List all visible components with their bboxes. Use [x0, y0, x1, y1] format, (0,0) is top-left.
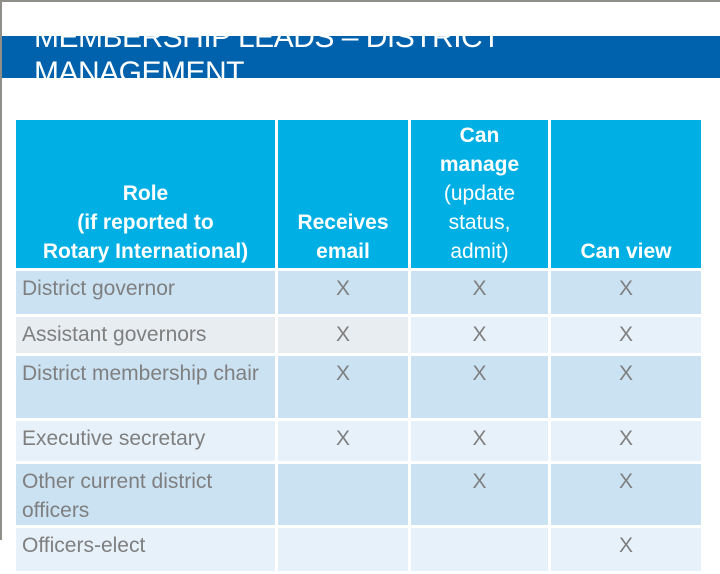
header-can-manage-line: Can	[459, 124, 500, 147]
cell-can-view: X	[548, 268, 704, 317]
header-can-view: Can view	[548, 117, 704, 271]
header-can-manage-line: status,	[448, 211, 511, 234]
header-receives-email: Receives email	[275, 117, 411, 271]
header-receives-email-line: email	[316, 240, 370, 263]
cell-role: Assistant governors	[13, 314, 278, 356]
header-can-manage: Can manage (update status, admit)	[408, 117, 551, 271]
title-band: Membership Leads – District Management	[2, 36, 720, 78]
cell-role: Officers-elect	[13, 525, 278, 574]
header-role: Role (if reported to Rotary Internationa…	[13, 117, 278, 271]
table-row: Executive secretary X X X	[13, 418, 704, 464]
cell-role: Executive secretary	[13, 418, 278, 464]
cell-can-view: X	[548, 525, 704, 574]
table-row: Assistant governors X X X	[13, 314, 704, 356]
cell-receives-email: X	[275, 314, 411, 356]
cell-can-view: X	[548, 418, 704, 464]
cell-receives-email: X	[275, 418, 411, 464]
header-can-manage-line: admit)	[450, 240, 509, 263]
header-role-line: Role	[122, 182, 169, 205]
window-left-border	[0, 0, 2, 540]
table-row: Officers-elect X	[13, 525, 704, 574]
cell-role: Other current district officers	[13, 461, 278, 528]
cell-can-manage	[408, 525, 551, 574]
cell-can-view: X	[548, 461, 704, 528]
cell-role: District membership chair	[13, 353, 278, 421]
table-row: District governor X X X	[13, 268, 704, 317]
cell-receives-email	[275, 461, 411, 528]
table-row: Other current district officers X X	[13, 461, 704, 528]
permissions-table: Role (if reported to Rotary Internationa…	[13, 117, 704, 574]
slide-title: Membership Leads – District Management	[34, 36, 500, 78]
cell-can-manage: X	[408, 314, 551, 356]
window-top-border	[0, 0, 720, 2]
cell-receives-email: X	[275, 268, 411, 317]
header-can-view-label: Can view	[580, 240, 672, 263]
cell-can-manage: X	[408, 268, 551, 317]
table-row: District membership chair X X X	[13, 353, 704, 421]
table-header-row: Role (if reported to Rotary Internationa…	[13, 117, 704, 271]
cell-receives-email	[275, 525, 411, 574]
cell-can-manage: X	[408, 461, 551, 528]
cell-can-manage: X	[408, 353, 551, 421]
header-role-line: (if reported to	[77, 211, 214, 234]
header-role-line: Rotary International)	[42, 240, 249, 263]
header-can-manage-line: manage	[439, 153, 520, 176]
cell-receives-email: X	[275, 353, 411, 421]
header-receives-email-line: Receives	[297, 211, 389, 234]
header-can-manage-line: (update	[443, 182, 516, 205]
cell-can-manage: X	[408, 418, 551, 464]
cell-can-view: X	[548, 314, 704, 356]
cell-role: District governor	[13, 268, 278, 317]
cell-can-view: X	[548, 353, 704, 421]
